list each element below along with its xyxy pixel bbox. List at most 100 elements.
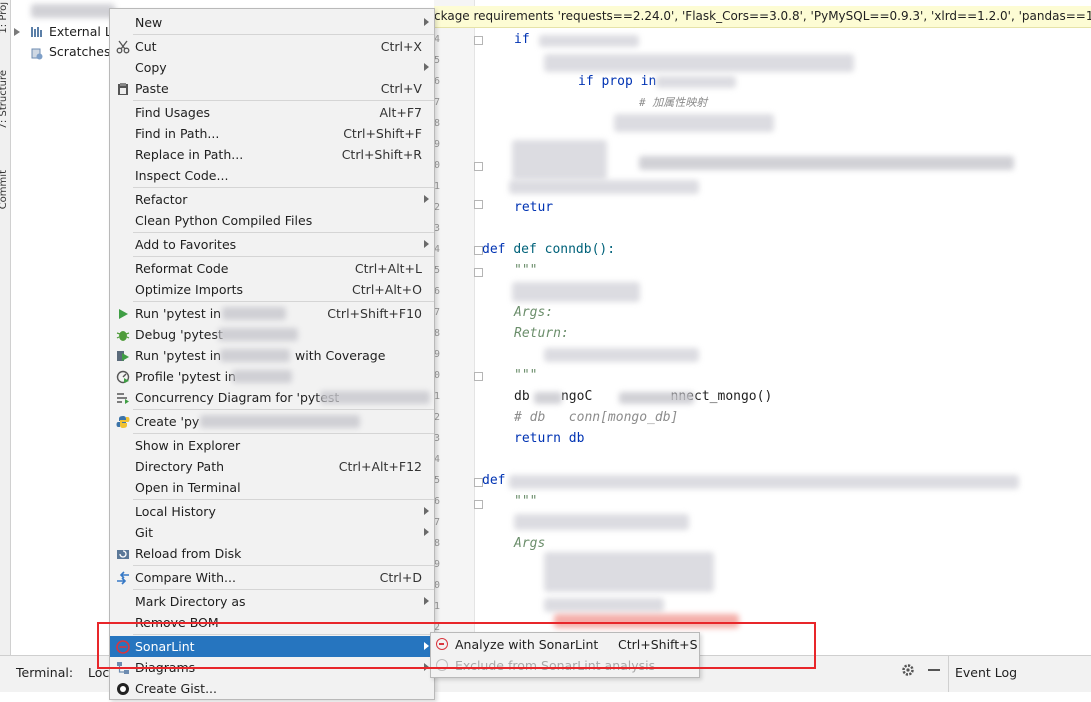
menu-item-label: Compare With...	[135, 570, 236, 585]
fold-marker-icon[interactable]	[474, 268, 483, 277]
menu-item-shortcut: Ctrl+Shift+F10	[327, 306, 422, 321]
gear-icon[interactable]	[901, 663, 915, 680]
menu-item-open-in-terminal[interactable]: Open in Terminal	[110, 477, 434, 498]
menu-item-label-suffix: with Coverage	[295, 348, 386, 363]
code-line: retur	[514, 200, 554, 215]
menu-item-label: Debug 'pytest	[135, 327, 223, 342]
menu-item-label: Find Usages	[135, 105, 211, 120]
menu-separator	[133, 589, 434, 590]
menu-item-directory-path[interactable]: Directory Path Ctrl+Alt+F12	[110, 456, 434, 477]
left-tool-stripe: 1: Proj 7: Structure Commit	[0, 0, 11, 691]
menu-separator	[133, 187, 434, 188]
menu-item-label: Mark Directory as	[135, 594, 246, 609]
menu-item-local-history[interactable]: Local History	[110, 501, 434, 522]
menu-item-shortcut: Ctrl+V	[380, 81, 422, 96]
library-icon	[31, 27, 43, 37]
tool-tab-commit[interactable]: Commit	[0, 170, 9, 209]
menu-item-add-to-favorites[interactable]: Add to Favorites	[110, 234, 434, 255]
menu-item-optimize-imports[interactable]: Optimize Imports Ctrl+Alt+O	[110, 279, 434, 300]
blurred-project-root	[31, 4, 115, 18]
fold-marker-icon[interactable]	[474, 200, 483, 209]
fold-marker-icon[interactable]	[474, 162, 483, 171]
menu-item-label: Replace in Path...	[135, 147, 244, 162]
menu-item-reformat-code[interactable]: Reformat Code Ctrl+Alt+L	[110, 258, 434, 279]
reload-icon	[116, 546, 130, 560]
annotation-highlight-box	[97, 622, 816, 669]
menu-item-profile-pytest-in[interactable]: Profile 'pytest in	[110, 366, 434, 387]
menu-item-concurrency-diagram-for-pytest[interactable]: Concurrency Diagram for 'pytest	[110, 387, 434, 408]
submenu-arrow-icon	[424, 597, 429, 605]
blurred-run-config-name	[222, 307, 286, 320]
clipboard-icon	[116, 81, 130, 95]
tool-tab-structure[interactable]: 7: Structure	[0, 70, 9, 129]
menu-item-paste[interactable]: Paste Ctrl+V	[110, 78, 434, 99]
blurred-run-config-name	[232, 370, 292, 383]
menu-item-inspect-code[interactable]: Inspect Code...	[110, 165, 434, 186]
menu-item-replace-in-path[interactable]: Replace in Path... Ctrl+Shift+R	[110, 144, 434, 165]
menu-item-compare-with[interactable]: Compare With... Ctrl+D	[110, 567, 434, 588]
fold-marker-icon[interactable]	[474, 372, 483, 381]
blurred-run-config-name	[218, 328, 298, 341]
menu-item-mark-directory-as[interactable]: Mark Directory as	[110, 591, 434, 612]
menu-separator	[133, 499, 434, 500]
menu-item-label: Clean Python Compiled Files	[135, 213, 313, 228]
menu-item-run-pytest-in[interactable]: Run 'pytest in Ctrl+Shift+F10	[110, 303, 434, 324]
menu-item-shortcut: Ctrl+Alt+L	[354, 261, 422, 276]
menu-item-cut[interactable]: Cut Ctrl+X	[110, 36, 434, 57]
menu-item-refactor[interactable]: Refactor	[110, 189, 434, 210]
menu-item-label: Inspect Code...	[135, 168, 229, 183]
fold-marker-icon[interactable]	[474, 36, 483, 45]
submenu-arrow-icon	[424, 240, 429, 248]
context-menu: New Cut Ctrl+X Copy Paste Ctrl+V Find Usages Al…	[109, 8, 435, 700]
menu-item-create-py[interactable]: Create 'py	[110, 411, 434, 432]
expand-arrow-icon[interactable]	[14, 28, 20, 36]
profile-icon	[116, 369, 130, 384]
menu-separator	[133, 100, 434, 101]
menu-item-git[interactable]: Git	[110, 522, 434, 543]
menu-item-reload-from-disk[interactable]: Reload from Disk	[110, 543, 434, 564]
code-docstring: """	[514, 263, 538, 278]
menu-item-find-in-path[interactable]: Find in Path... Ctrl+Shift+F	[110, 123, 434, 144]
submenu-arrow-icon	[424, 195, 429, 203]
code-line-def-conndb: def def conndb():	[482, 242, 616, 257]
menu-item-label: Paste	[135, 81, 169, 96]
divider	[948, 656, 949, 692]
menu-item-label: Copy	[135, 60, 167, 75]
event-log-tab[interactable]: Event Log	[955, 665, 1017, 680]
terminal-tab-label[interactable]: Terminal:	[16, 665, 73, 680]
blurred-run-config-name	[320, 391, 430, 404]
menu-item-debug-pytest[interactable]: Debug 'pytest	[110, 324, 434, 345]
menu-item-label: Directory Path	[135, 459, 225, 474]
fold-marker-icon[interactable]	[474, 478, 483, 487]
project-tree-panel: External Li Scratches	[11, 0, 115, 655]
menu-item-run-pytest-in[interactable]: Run 'pytest in with Coverage	[110, 345, 434, 366]
fold-marker-icon[interactable]	[474, 246, 483, 255]
menu-item-find-usages[interactable]: Find Usages Alt+F7	[110, 102, 434, 123]
menu-item-shortcut: Ctrl+Alt+F12	[338, 459, 422, 474]
tool-tab-project[interactable]: 1: Proj	[0, 2, 9, 34]
tree-item-scratches[interactable]: Scratches	[11, 42, 111, 62]
menu-item-label: Optimize Imports	[135, 282, 244, 297]
fold-marker-icon[interactable]	[474, 500, 483, 509]
code-docstring: Args:	[514, 305, 554, 320]
menu-item-label: Add to Favorites	[135, 237, 237, 252]
coverage-icon	[116, 348, 130, 362]
code-comment: # 加属性映射	[639, 96, 708, 109]
code-docstring: Return:	[514, 326, 569, 341]
minimize-icon[interactable]	[928, 669, 940, 671]
menu-item-label: Refactor	[135, 192, 188, 207]
menu-item-create-gist[interactable]: Create Gist...	[110, 678, 434, 699]
menu-item-clean-python-compiled-files[interactable]: Clean Python Compiled Files	[110, 210, 434, 231]
menu-item-copy[interactable]: Copy	[110, 57, 434, 78]
menu-separator	[133, 34, 434, 35]
code-editor[interactable]: 456789012345678901234567890123 if if pro…	[434, 0, 1091, 655]
scissors-icon	[116, 39, 130, 54]
submenu-arrow-icon	[424, 18, 429, 26]
tree-item-external-libraries[interactable]: External Li	[11, 22, 115, 42]
scratches-icon	[31, 46, 43, 60]
menu-item-label: Reload from Disk	[135, 546, 242, 561]
menu-item-label: Show in Explorer	[135, 438, 241, 453]
menu-item-show-in-explorer[interactable]: Show in Explorer	[110, 435, 434, 456]
menu-item-new[interactable]: New	[110, 12, 434, 33]
tree-item-label: Scratches	[49, 44, 111, 59]
